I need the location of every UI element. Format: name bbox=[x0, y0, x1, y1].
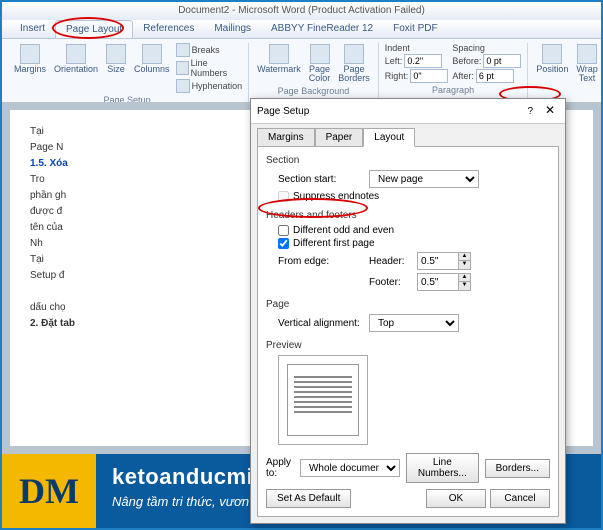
breaks-button[interactable]: Breaks bbox=[176, 43, 243, 57]
columns-button[interactable]: Columns bbox=[132, 43, 172, 75]
watermark-button[interactable]: Watermark bbox=[255, 43, 303, 75]
footer-distance-input[interactable]: ▲▼ bbox=[417, 273, 471, 291]
tab-foxit[interactable]: Foxit PDF bbox=[383, 20, 447, 38]
tab-abbyy[interactable]: ABBYY FineReader 12 bbox=[261, 20, 383, 38]
tab-mailings[interactable]: Mailings bbox=[204, 20, 261, 38]
dialog-tab-paper[interactable]: Paper bbox=[315, 128, 364, 147]
orientation-button[interactable]: Orientation bbox=[52, 43, 100, 75]
indent-left-input[interactable] bbox=[404, 54, 442, 68]
dialog-title: Page Setup bbox=[257, 106, 309, 117]
apply-to-select[interactable]: Whole document bbox=[300, 459, 400, 477]
line-numbers-button[interactable]: Line Numbers bbox=[176, 58, 243, 78]
tab-page-layout[interactable]: Page Layout bbox=[55, 20, 133, 38]
wrap-text-button[interactable]: Wrap Text bbox=[574, 43, 599, 84]
spacing-before-input[interactable] bbox=[483, 54, 521, 68]
dialog-tab-layout[interactable]: Layout bbox=[363, 128, 415, 147]
window-title: Document2 - Microsoft Word (Product Acti… bbox=[2, 2, 601, 20]
section-start-select[interactable]: New page bbox=[369, 170, 479, 188]
indent-right-input[interactable] bbox=[410, 69, 448, 83]
ok-button[interactable]: OK bbox=[426, 489, 486, 508]
group-page-background: Watermark Page Color Page Borders Page B… bbox=[249, 43, 379, 105]
preview-pane bbox=[278, 355, 368, 445]
help-icon[interactable]: ? bbox=[527, 106, 533, 117]
different-first-page-checkbox[interactable] bbox=[278, 238, 289, 249]
group-page-setup: Margins Orientation Size Columns Breaks … bbox=[6, 43, 249, 105]
group-arrange: Position Wrap Text bbox=[528, 43, 603, 105]
tab-references[interactable]: References bbox=[133, 20, 204, 38]
close-icon[interactable]: ✕ bbox=[541, 103, 559, 119]
header-distance-input[interactable]: ▲▼ bbox=[417, 252, 471, 270]
ribbon-tabs: Insert Page Layout References Mailings A… bbox=[2, 20, 601, 39]
group-paragraph: Indent Left: Right: Spacing Before: Afte… bbox=[379, 43, 529, 105]
dialog-tab-margins[interactable]: Margins bbox=[257, 128, 315, 147]
tab-insert[interactable]: Insert bbox=[10, 20, 55, 38]
borders-button[interactable]: Borders... bbox=[485, 459, 550, 478]
hyphenation-button[interactable]: Hyphenation bbox=[176, 79, 243, 93]
logo: DM bbox=[2, 454, 96, 528]
position-button[interactable]: Position bbox=[534, 43, 570, 75]
spacing-after-input[interactable] bbox=[476, 69, 514, 83]
set-default-button[interactable]: Set As Default bbox=[266, 489, 351, 508]
line-numbers-button[interactable]: Line Numbers... bbox=[406, 453, 479, 483]
suppress-endnotes-checkbox bbox=[278, 191, 289, 202]
page-color-button[interactable]: Page Color bbox=[307, 43, 333, 84]
page-setup-dialog: Page Setup ? ✕ Margins Paper Layout Sect… bbox=[250, 98, 566, 524]
size-button[interactable]: Size bbox=[104, 43, 128, 75]
cancel-button[interactable]: Cancel bbox=[490, 489, 550, 508]
margins-button[interactable]: Margins bbox=[12, 43, 48, 75]
different-odd-even-checkbox[interactable] bbox=[278, 225, 289, 236]
page-borders-button[interactable]: Page Borders bbox=[336, 43, 372, 84]
vertical-alignment-select[interactable]: Top bbox=[369, 314, 459, 332]
